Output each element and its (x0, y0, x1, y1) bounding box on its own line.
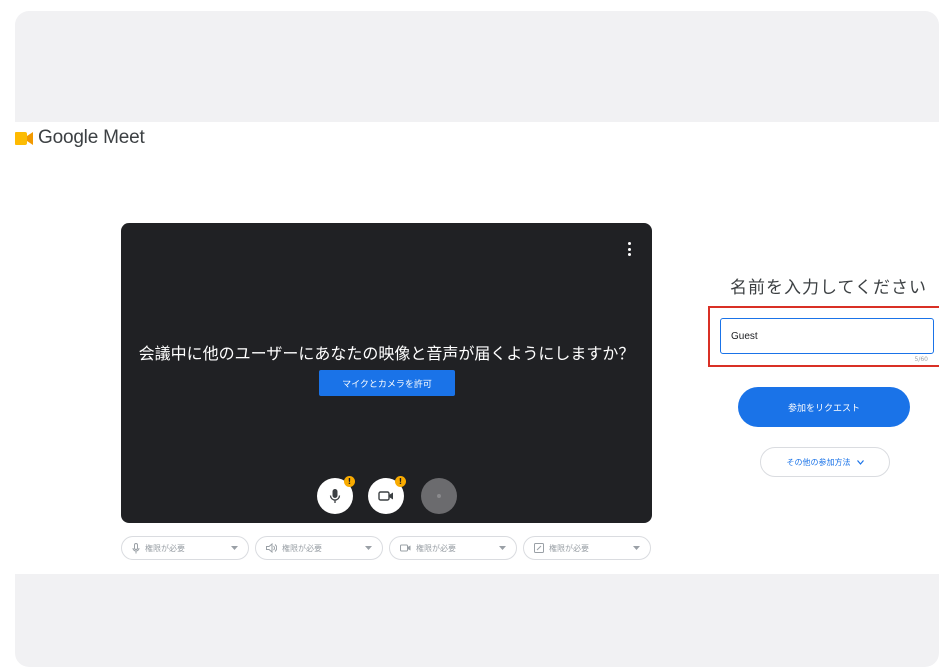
chevron-down-icon (231, 546, 238, 550)
effects-button[interactable] (421, 478, 457, 514)
camera-toggle-button[interactable]: ! (368, 476, 406, 514)
camera-icon (400, 544, 411, 552)
camera-selector-label: 権限が必要 (416, 543, 456, 553)
other-join-options-label: その他の参加方法 (786, 457, 851, 467)
meet-page: Google Meet 会議中に他のユーザーにあなたの映像と音声が届くようにしま… (15, 122, 939, 574)
character-counter: 5/60 (914, 356, 928, 363)
mic-warning-badge: ! (344, 476, 355, 487)
screenshot-frame: Google Meet 会議中に他のユーザーにあなたの映像と音声が届くようにしま… (15, 11, 939, 667)
google-meet-logo: Google Meet (15, 127, 145, 149)
effects-selector[interactable]: 権限が必要 (523, 536, 651, 560)
name-field-highlight: 5/60 (708, 306, 939, 367)
chevron-down-icon (856, 459, 864, 465)
device-selectors: 権限が必要 権限が必要 権限が必要 権限が必要 (121, 536, 651, 560)
chevron-down-icon (365, 546, 372, 550)
other-join-options-button[interactable]: その他の参加方法 (760, 447, 890, 477)
more-options-icon[interactable] (626, 242, 632, 256)
permission-prompt: 会議中に他のユーザーにあなたの映像と音声が届くようにしますか？ (138, 344, 635, 363)
microphone-icon (132, 542, 140, 553)
effects-icon (437, 494, 441, 498)
microphone-selector[interactable]: 権限が必要 (121, 536, 249, 560)
camera-icon (378, 491, 393, 501)
speaker-selector-label: 権限が必要 (282, 543, 322, 553)
video-preview: 会議中に他のユーザーにあなたの映像と音声が届くようにしますか？ マイクとカメラを… (121, 223, 652, 523)
microphone-icon (329, 489, 341, 503)
name-prompt-title: 名前を入力してください (730, 278, 927, 298)
microphone-selector-label: 権限が必要 (145, 543, 185, 553)
allow-mic-camera-button[interactable]: マイクとカメラを許可 (319, 370, 455, 396)
camera-warning-badge: ! (395, 476, 406, 487)
request-join-button[interactable]: 参加をリクエスト (738, 387, 910, 427)
app-name: Google Meet (38, 127, 145, 148)
name-input[interactable] (720, 318, 934, 354)
chevron-down-icon (633, 546, 640, 550)
speaker-icon (266, 543, 277, 553)
chevron-down-icon (499, 546, 506, 550)
join-panel: 名前を入力してください 5/60 参加をリクエスト その他の参加方法 (708, 122, 939, 574)
effects-selector-label: 権限が必要 (549, 543, 589, 553)
meet-logo-icon (15, 131, 33, 145)
mic-toggle-button[interactable]: ! (317, 476, 355, 514)
camera-selector[interactable]: 権限が必要 (389, 536, 517, 560)
speaker-selector[interactable]: 権限が必要 (255, 536, 383, 560)
effects-icon (534, 543, 544, 553)
